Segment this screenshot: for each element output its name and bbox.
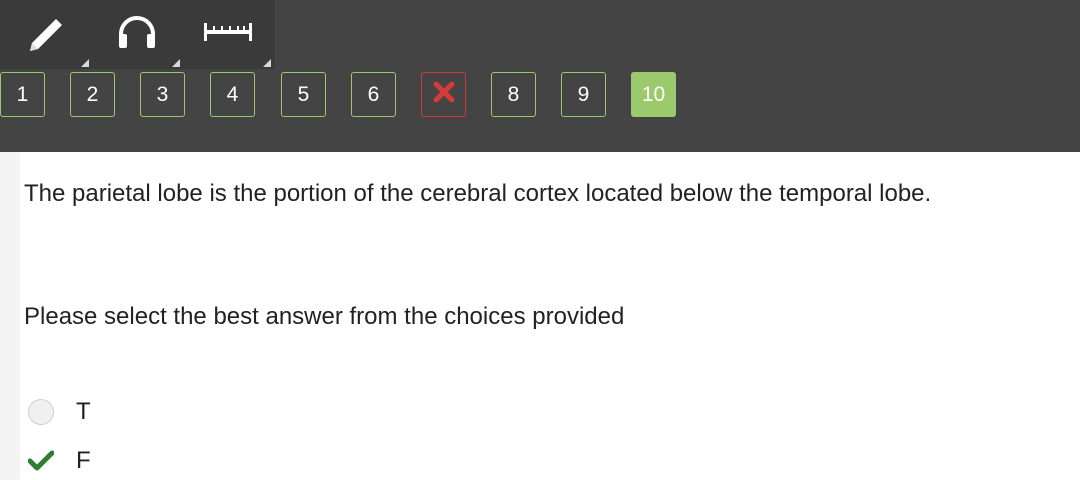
radio-button[interactable] <box>28 399 54 425</box>
question-number: 2 <box>86 82 99 106</box>
question-number: 6 <box>367 82 380 106</box>
question-number: 1 <box>16 82 29 106</box>
question-6-button[interactable]: 6 <box>351 72 396 117</box>
question-4-button[interactable]: 4 <box>210 72 255 117</box>
question-number: 10 <box>641 82 666 106</box>
choice-f[interactable]: F <box>28 444 91 478</box>
question-7-button[interactable] <box>421 72 466 117</box>
question-1-button[interactable]: 1 <box>0 72 45 117</box>
pencil-icon <box>24 12 68 57</box>
choice-t[interactable]: T <box>28 395 91 429</box>
ruler-tool-button[interactable] <box>182 0 273 69</box>
question-number: 8 <box>507 82 520 106</box>
question-2-button[interactable]: 2 <box>70 72 115 117</box>
tool-dropdown-indicator <box>172 59 180 67</box>
question-text: The parietal lobe is the portion of the … <box>24 180 932 207</box>
question-number: 3 <box>156 82 169 106</box>
question-3-button[interactable]: 3 <box>140 72 185 117</box>
ruler-icon <box>201 20 255 49</box>
pencil-tool-button[interactable] <box>0 0 91 69</box>
question-8-button[interactable]: 8 <box>491 72 536 117</box>
tool-dropdown-indicator <box>263 59 271 67</box>
toolbar <box>0 0 275 69</box>
headphones-tool-button[interactable] <box>91 0 182 69</box>
checkmark-icon <box>28 448 54 474</box>
question-number: 4 <box>226 82 239 106</box>
question-9-button[interactable]: 9 <box>561 72 606 117</box>
question-number: 5 <box>297 82 310 106</box>
question-number: 9 <box>577 82 590 106</box>
question-5-button[interactable]: 5 <box>281 72 326 117</box>
headphones-icon <box>115 14 159 55</box>
x-icon <box>433 81 455 109</box>
header-bar: 1 2 3 4 5 6 8 9 10 <box>0 0 1080 152</box>
question-instructions: Please select the best answer from the c… <box>24 303 625 330</box>
choice-label: F <box>76 447 91 474</box>
choice-label: T <box>76 398 91 425</box>
content-margin <box>0 152 20 480</box>
question-10-button[interactable]: 10 <box>631 72 676 117</box>
tool-dropdown-indicator <box>81 59 89 67</box>
